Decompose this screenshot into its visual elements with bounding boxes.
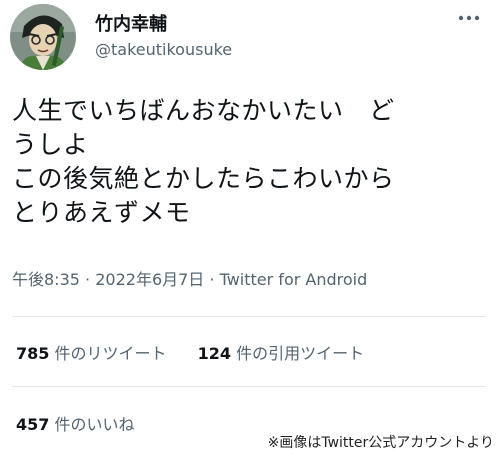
quotes-count: 124 xyxy=(197,344,232,363)
retweets-label: 件のリツイート xyxy=(54,344,167,363)
tweet-text-line: うしよ xyxy=(12,130,89,159)
avatar[interactable] xyxy=(10,4,76,70)
author-name[interactable]: 竹内幸輔 xyxy=(95,10,167,36)
likes-stat[interactable]: 457 件のいいね xyxy=(16,411,135,435)
tweet-client[interactable]: Twitter for Android xyxy=(220,270,368,289)
quotes-label: 件の引用ツイート xyxy=(236,344,365,363)
tweet-text: 人生でいちばんおなかいたい ど うしよ この後気絶とかしたらこわいから とりあえ… xyxy=(12,94,488,230)
retweets-count: 785 xyxy=(16,344,50,363)
divider xyxy=(12,316,486,317)
avatar-illustration-icon xyxy=(10,4,76,70)
likes-row: 457 件のいいね xyxy=(16,411,161,435)
tweet-text-line: 人生でいちばんおなかいたい ど xyxy=(12,96,395,125)
tweet-metadata: 午後8:35 · 2022年6月7日 · Twitter for Android xyxy=(12,266,367,290)
tweet-date[interactable]: 2022年6月7日 xyxy=(95,270,204,289)
engagement-stats: 785 件のリツイート 124 件の引用ツイート xyxy=(16,340,390,364)
author-handle[interactable]: @takeutikousuke xyxy=(95,40,232,59)
likes-label: 件のいいね xyxy=(54,415,135,434)
more-options-button[interactable] xyxy=(456,6,482,30)
image-source-caption: ※画像はTwitter公式アカウントより xyxy=(267,435,494,451)
retweets-stat[interactable]: 785 件のリツイート xyxy=(16,340,167,364)
tweet-card: 竹内幸輔 @takeutikousuke 人生でいちばんおなかいたい ど うしよ… xyxy=(0,0,500,460)
meta-separator: · xyxy=(85,270,91,289)
quotes-stat[interactable]: 124 件の引用ツイート xyxy=(198,340,365,364)
likes-count: 457 xyxy=(16,415,50,434)
tweet-time[interactable]: 午後8:35 xyxy=(12,270,80,289)
tweet-text-line: とりあえずメモ xyxy=(12,198,191,227)
divider xyxy=(12,386,486,387)
tweet-text-line: この後気絶とかしたらこわいから xyxy=(12,164,395,193)
more-horizontal-icon xyxy=(458,15,480,21)
meta-separator: · xyxy=(209,270,215,289)
